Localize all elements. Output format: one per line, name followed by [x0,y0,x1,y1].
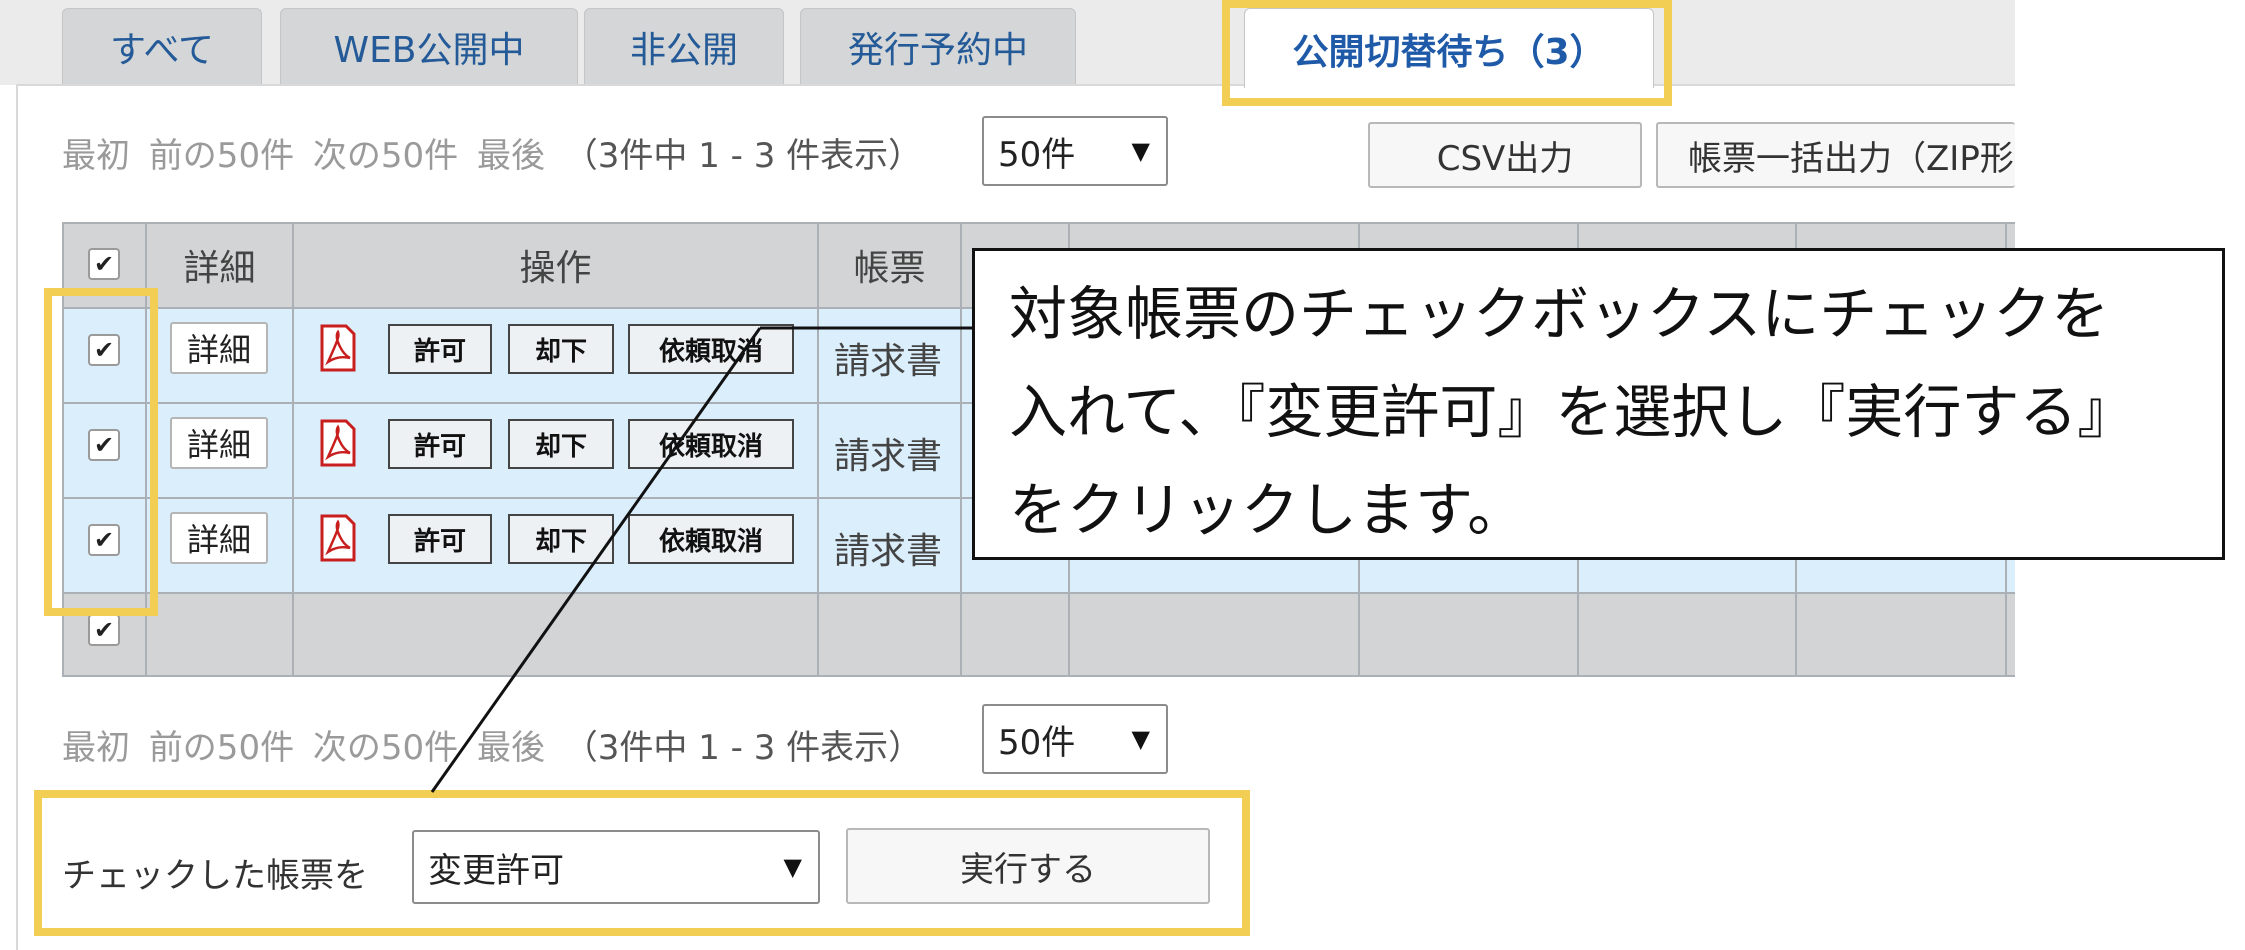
instruction-callout: 対象帳票のチェックボックスにチェックを 入れて、『変更許可』を選択し『実行する』… [972,248,2225,560]
callout-line: をクリックします。 [1009,476,1526,544]
callout-line: 対象帳票のチェックボックスにチェックを [1009,280,2110,348]
callout-line: 入れて、『変更許可』を選択し『実行する』 [1009,378,2136,446]
